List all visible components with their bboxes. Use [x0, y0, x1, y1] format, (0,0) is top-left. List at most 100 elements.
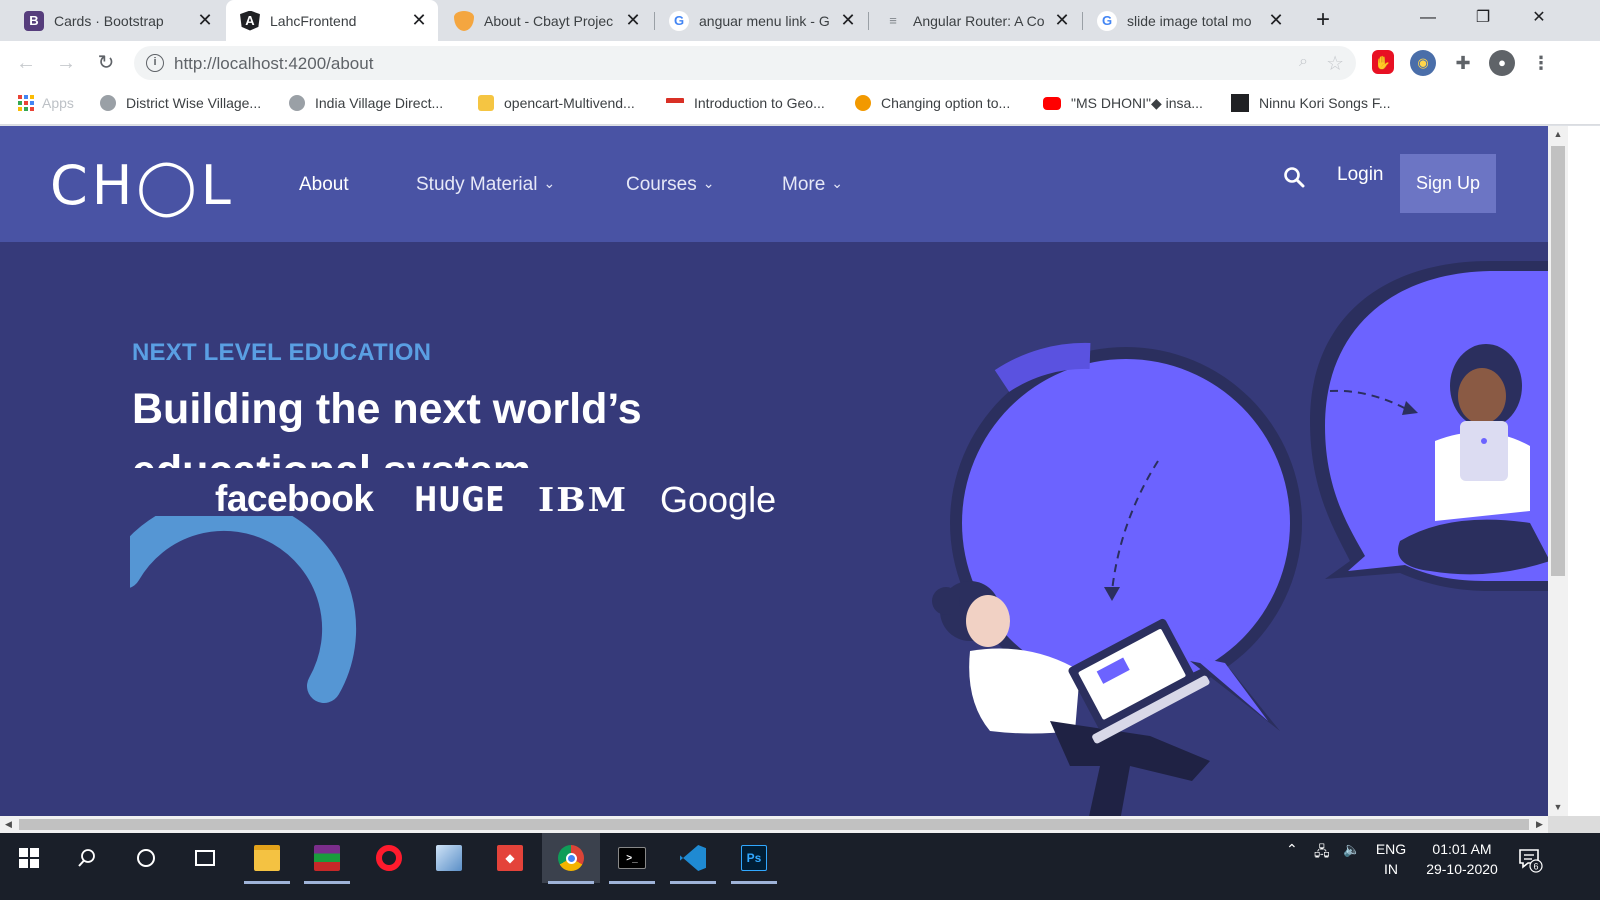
scrollbar-thumb[interactable]: [19, 819, 1529, 830]
tab-google-search-slide[interactable]: G slide image total mo ✕: [1083, 0, 1295, 41]
vertical-scrollbar[interactable]: ▲ ▼: [1548, 126, 1568, 816]
volume-icon[interactable]: 🔈: [1343, 841, 1360, 858]
horizontal-scrollbar[interactable]: ◀ ▶: [0, 816, 1548, 833]
forward-arrow-icon[interactable]: →: [54, 51, 78, 75]
tab-close-button[interactable]: ✕: [839, 10, 857, 31]
url-text[interactable]: http://localhost:4200/about: [174, 54, 373, 74]
task-view-glyph: [195, 850, 215, 866]
search-icon[interactable]: [1283, 166, 1305, 188]
clock-time: 01:01 AM: [1432, 841, 1492, 857]
action-center-icon[interactable]: 6: [1516, 845, 1544, 873]
network-icon[interactable]: 🖧: [1314, 841, 1330, 865]
vscode-icon[interactable]: [664, 833, 722, 884]
cortana-icon[interactable]: [117, 833, 175, 883]
tab-title: slide image total mo: [1127, 12, 1252, 29]
doc-icon: ≡: [889, 13, 897, 28]
git-icon[interactable]: ◆: [481, 833, 539, 883]
film-icon: [1231, 94, 1249, 112]
bookmark-india-village[interactable]: India Village Direct...: [289, 86, 443, 120]
nav-courses[interactable]: Courses ⌄: [626, 174, 714, 196]
bookmark-intro-geo[interactable]: Introduction to Geo...: [666, 86, 825, 120]
scrollbar-corner: [1548, 816, 1600, 833]
back-arrow-icon[interactable]: ←: [14, 51, 38, 75]
tab-close-button[interactable]: ✕: [624, 10, 642, 31]
language-indicator[interactable]: ENG IN: [1374, 839, 1408, 879]
tab-about-cbayt[interactable]: About - Cbayt Projec ✕: [440, 0, 652, 41]
nav-more[interactable]: More ⌄: [782, 174, 843, 196]
nav-study-material[interactable]: Study Material ⌄: [416, 174, 555, 196]
scrollbar-thumb[interactable]: [1551, 146, 1565, 576]
zoom-icon[interactable]: ⌕: [1299, 53, 1308, 71]
bookmark-label: Introduction to Geo...: [694, 95, 825, 111]
restore-button[interactable]: ❐: [1460, 0, 1506, 36]
bookmark-opencart[interactable]: opencart-Multivend...: [478, 86, 635, 120]
profile-avatar-icon[interactable]: ●: [1489, 50, 1515, 76]
google-icon: G: [669, 10, 689, 31]
nav-about[interactable]: About: [299, 174, 349, 196]
scroll-up-arrow-icon[interactable]: ▲: [1548, 126, 1568, 143]
windows-logo-icon: [19, 848, 39, 868]
hero-title: Building the next world’s educational sy…: [132, 385, 642, 468]
file-explorer-icon[interactable]: [238, 833, 296, 884]
virtualbox-icon[interactable]: [420, 833, 478, 883]
tab-lahcfrontend[interactable]: A LahcFrontend ✕: [226, 0, 438, 41]
task-view-icon[interactable]: [176, 833, 234, 883]
signup-button[interactable]: Sign Up: [1400, 154, 1496, 213]
nav-label: Courses: [626, 174, 697, 195]
bookmark-ms-dhoni[interactable]: "MS DHONI"◆ insa...: [1043, 86, 1203, 120]
tab-close-button[interactable]: ✕: [196, 10, 214, 31]
bookmark-ninnu-kori[interactable]: Ninnu Kori Songs F...: [1231, 86, 1391, 120]
bookmark-label: India Village Direct...: [315, 95, 444, 111]
opera-glyph: [376, 845, 402, 871]
winrar-icon[interactable]: [298, 833, 356, 884]
tab-angular-router[interactable]: ≡ Angular Router: A Co ✕: [869, 0, 1081, 41]
chrome-icon[interactable]: [542, 833, 600, 884]
hero-title-container: Building the next world’s educational sy…: [132, 378, 692, 468]
minimize-button[interactable]: —: [1405, 0, 1451, 36]
notification-count: 6: [1533, 862, 1538, 872]
bookmark-star-icon[interactable]: ☆: [1326, 51, 1344, 76]
scroll-left-arrow-icon[interactable]: ◀: [0, 816, 17, 833]
bookmark-changing-option[interactable]: Changing option to...: [855, 86, 1010, 120]
terminal-icon[interactable]: >_: [603, 833, 661, 884]
extension-globe-icon[interactable]: ◉: [1410, 50, 1436, 76]
bookmark-label: Ninnu Kori Songs F...: [1259, 95, 1391, 111]
site-logo[interactable]: CH◯L: [50, 156, 235, 216]
tab-title: Cards · Bootstrap: [54, 12, 164, 29]
window-edge: [1568, 126, 1600, 816]
system-clock[interactable]: 01:01 AM 29-10-2020: [1424, 839, 1500, 879]
globe-icon: [289, 95, 305, 111]
bookmark-district-wise[interactable]: District Wise Village...: [100, 86, 261, 120]
tab-close-button[interactable]: ✕: [1053, 10, 1071, 31]
bookmark-apps[interactable]: Apps: [18, 86, 74, 120]
search-icon[interactable]: [58, 833, 116, 883]
show-hidden-icons-chevron-icon[interactable]: ⌃: [1286, 841, 1298, 858]
tab-google-search-angular[interactable]: G anguar menu link - G ✕: [655, 0, 867, 41]
start-icon[interactable]: [0, 833, 58, 883]
menu-dots-icon[interactable]: ⋮: [1528, 50, 1554, 76]
clock-date: 29-10-2020: [1426, 861, 1498, 877]
window-close-button[interactable]: ✕: [1516, 0, 1562, 36]
tab-close-button[interactable]: ✕: [410, 10, 428, 31]
bookmark-label: "MS DHONI"◆ insa...: [1071, 94, 1203, 111]
reload-icon[interactable]: ↻: [94, 51, 118, 75]
tab-close-button[interactable]: ✕: [1267, 10, 1285, 31]
scroll-right-arrow-icon[interactable]: ▶: [1531, 816, 1548, 833]
address-bar[interactable]: i http://localhost:4200/about ⌕ ☆: [134, 46, 1356, 80]
angular-icon: A: [240, 10, 260, 31]
nav-label: More: [782, 174, 826, 195]
site-icon: [454, 10, 474, 31]
photoshop-icon[interactable]: Ps: [725, 833, 783, 884]
extensions-puzzle-icon[interactable]: ✚: [1450, 50, 1476, 76]
browser-toolbar: ← → ↻ i http://localhost:4200/about ⌕ ☆ …: [0, 41, 1600, 86]
tab-cards-bootstrap[interactable]: B Cards · Bootstrap ✕: [10, 0, 224, 41]
chrome-center: [565, 852, 577, 864]
opera-icon[interactable]: [360, 833, 418, 883]
scroll-down-arrow-icon[interactable]: ▼: [1548, 799, 1568, 816]
site-info-icon[interactable]: i: [146, 54, 164, 72]
new-tab-button[interactable]: +: [1310, 8, 1336, 34]
hero-eyebrow: NEXT LEVEL EDUCATION: [132, 339, 432, 366]
tab-title: anguar menu link - G: [699, 12, 830, 29]
login-link[interactable]: Login: [1337, 164, 1384, 186]
adblock-icon[interactable]: ✋: [1372, 50, 1394, 74]
